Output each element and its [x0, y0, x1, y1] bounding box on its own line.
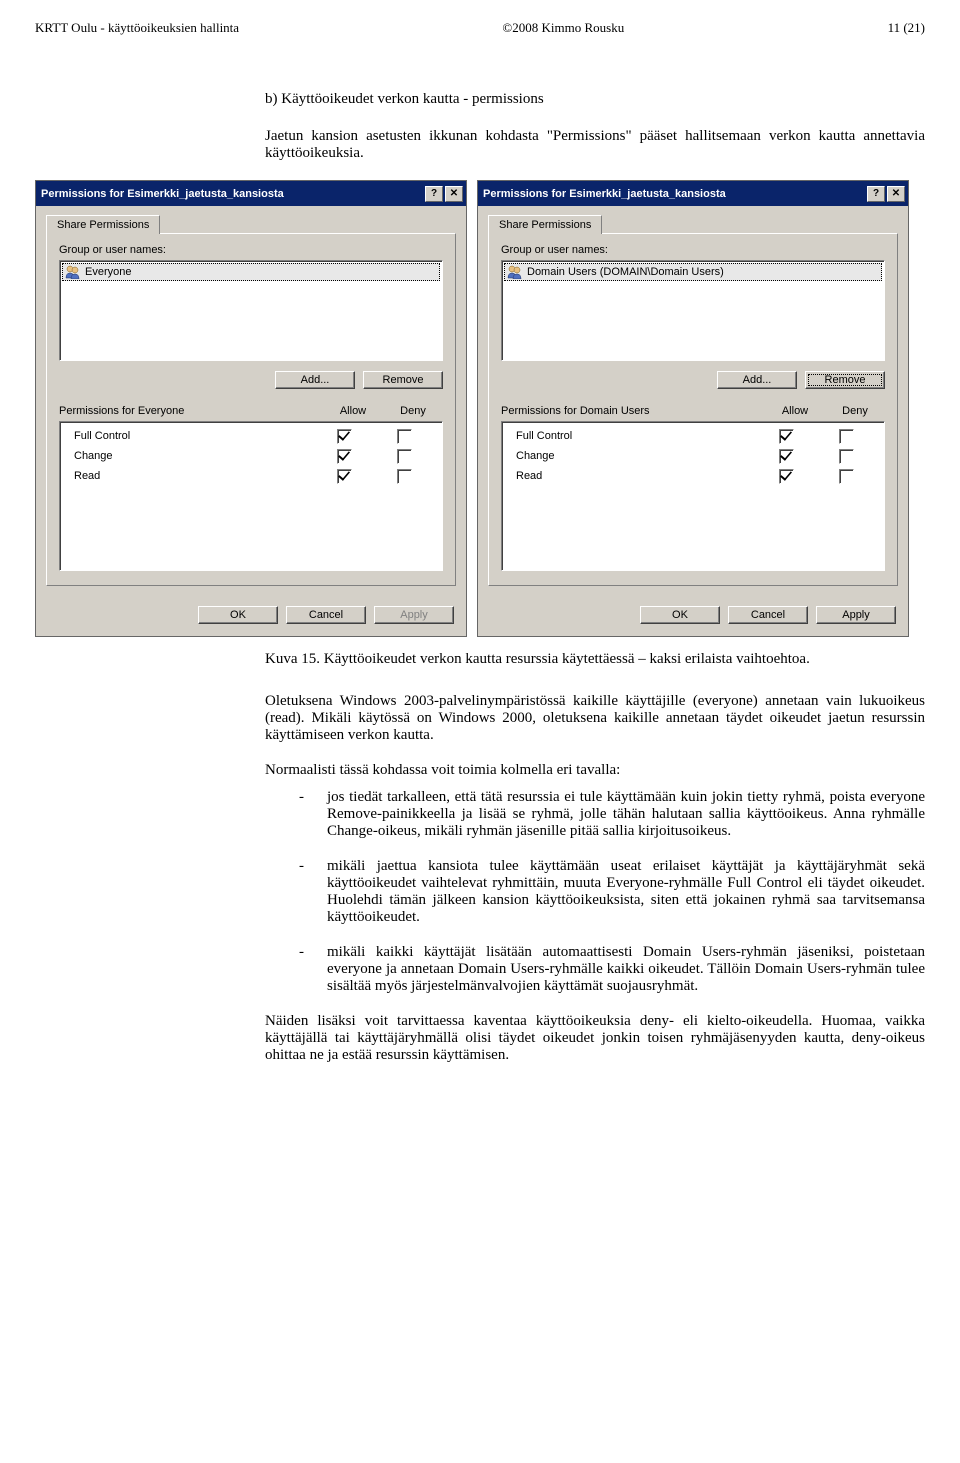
close-icon[interactable]: ✕	[887, 186, 905, 202]
apply-button[interactable]: Apply	[374, 606, 454, 624]
figure-caption: Kuva 15. Käyttöoikeudet verkon kautta re…	[265, 651, 925, 668]
perm-name: Change	[510, 450, 756, 462]
add-button[interactable]: Add...	[717, 371, 797, 389]
principals-listbox[interactable]: Domain Users (DOMAIN\Domain Users)	[501, 260, 885, 361]
apply-button[interactable]: Apply	[816, 606, 896, 624]
perm-name: Read	[510, 470, 756, 482]
perm-name: Read	[68, 470, 314, 482]
permissions-dialog-left: Permissions for Esimerkki_jaetusta_kansi…	[35, 180, 467, 637]
allow-full-checkbox[interactable]	[337, 429, 352, 444]
remove-button[interactable]: Remove	[363, 371, 443, 389]
section-heading: b) Käyttöoikeudet verkon kautta - permis…	[265, 91, 925, 108]
deny-column-header: Deny	[383, 405, 443, 417]
perm-name: Full Control	[510, 430, 756, 442]
remove-button[interactable]: Remove	[805, 371, 885, 389]
principal-name: Everyone	[85, 266, 131, 278]
deny-full-checkbox[interactable]	[397, 429, 412, 444]
paragraph: Oletuksena Windows 2003-palvelinympärist…	[265, 693, 925, 744]
principals-listbox[interactable]: Everyone	[59, 260, 443, 361]
permissions-dialog-right: Permissions for Esimerkki_jaetusta_kansi…	[477, 180, 909, 637]
permissions-list: Full Control Change Read	[59, 421, 443, 571]
group-icon	[507, 265, 523, 279]
bullet-text: mikäli jaettua kansiota tulee käyttämään…	[327, 858, 925, 926]
tab-share-permissions[interactable]: Share Permissions	[46, 215, 160, 234]
header-center: ©2008 Kimmo Rousku	[502, 20, 624, 36]
permissions-for-label: Permissions for Domain Users	[501, 405, 765, 417]
deny-full-checkbox[interactable]	[839, 429, 854, 444]
add-button[interactable]: Add...	[275, 371, 355, 389]
group-icon	[65, 265, 81, 279]
bullet-text: mikäli kaikki käyttäjät lisätään automaa…	[327, 944, 925, 995]
paragraph: Normaalisti tässä kohdassa voit toimia k…	[265, 762, 925, 779]
closing-paragraph: Näiden lisäksi voit tarvittaessa kaventa…	[265, 1013, 925, 1064]
header-right: 11 (21)	[888, 20, 925, 36]
dialog-title: Permissions for Esimerkki_jaetusta_kansi…	[483, 188, 726, 200]
allow-change-checkbox[interactable]	[779, 449, 794, 464]
list-item[interactable]: Domain Users (DOMAIN\Domain Users)	[504, 263, 882, 281]
close-icon[interactable]: ✕	[445, 186, 463, 202]
allow-column-header: Allow	[323, 405, 383, 417]
list-item[interactable]: Everyone	[62, 263, 440, 281]
group-user-label: Group or user names:	[501, 244, 885, 256]
allow-read-checkbox[interactable]	[337, 469, 352, 484]
bullet-dash: -	[295, 858, 327, 926]
principal-name: Domain Users (DOMAIN\Domain Users)	[527, 266, 724, 278]
permissions-for-label: Permissions for Everyone	[59, 405, 323, 417]
bullet-dash: -	[295, 944, 327, 995]
header-left: KRTT Oulu - käyttöoikeuksien hallinta	[35, 20, 239, 36]
dialog-title: Permissions for Esimerkki_jaetusta_kansi…	[41, 188, 284, 200]
deny-read-checkbox[interactable]	[839, 469, 854, 484]
group-user-label: Group or user names:	[59, 244, 443, 256]
deny-change-checkbox[interactable]	[397, 449, 412, 464]
help-icon[interactable]: ?	[425, 186, 443, 202]
deny-read-checkbox[interactable]	[397, 469, 412, 484]
ok-button[interactable]: OK	[198, 606, 278, 624]
allow-column-header: Allow	[765, 405, 825, 417]
deny-column-header: Deny	[825, 405, 885, 417]
deny-change-checkbox[interactable]	[839, 449, 854, 464]
allow-full-checkbox[interactable]	[779, 429, 794, 444]
bullet-text: jos tiedät tarkalleen, että tätä resurss…	[327, 789, 925, 840]
cancel-button[interactable]: Cancel	[728, 606, 808, 624]
perm-name: Change	[68, 450, 314, 462]
allow-change-checkbox[interactable]	[337, 449, 352, 464]
tab-share-permissions[interactable]: Share Permissions	[488, 215, 602, 234]
ok-button[interactable]: OK	[640, 606, 720, 624]
perm-name: Full Control	[68, 430, 314, 442]
permissions-list: Full Control Change Read	[501, 421, 885, 571]
cancel-button[interactable]: Cancel	[286, 606, 366, 624]
intro-paragraph: Jaetun kansion asetusten ikkunan kohdast…	[265, 128, 925, 162]
help-icon[interactable]: ?	[867, 186, 885, 202]
bullet-dash: -	[295, 789, 327, 840]
allow-read-checkbox[interactable]	[779, 469, 794, 484]
